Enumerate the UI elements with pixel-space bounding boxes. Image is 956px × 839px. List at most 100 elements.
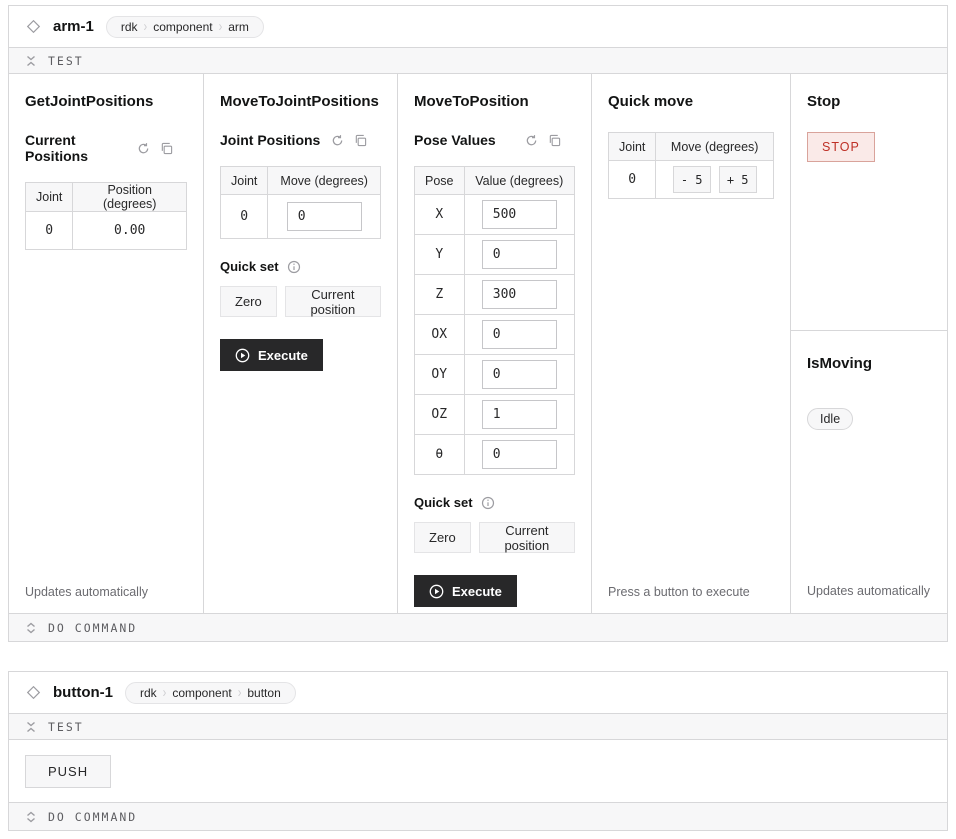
chevron-separator-icon: ›: [142, 19, 150, 35]
pose-label: θ: [415, 435, 465, 475]
current-positions-table: Joint Position (degrees) 0 0.00: [25, 182, 187, 250]
do-command-section-toggle[interactable]: DO COMMAND: [9, 613, 947, 641]
pose-oz-input[interactable]: [482, 400, 557, 429]
panel-move-to-joint-positions: MoveToJointPositions Joint Positions: [204, 74, 398, 613]
table-row: Y: [415, 235, 575, 275]
table-row: OZ: [415, 395, 575, 435]
pose-z-input[interactable]: [482, 280, 557, 309]
do-command-section-toggle[interactable]: DO COMMAND: [9, 802, 947, 830]
section-head: Joint Positions: [220, 132, 381, 148]
table-header: Move (degrees): [268, 167, 381, 195]
zero-button[interactable]: Zero: [220, 286, 277, 317]
do-command-section-label: DO COMMAND: [48, 810, 137, 824]
stop-button[interactable]: STOP: [807, 132, 875, 162]
unfold-icon: [25, 622, 37, 634]
pose-label: Z: [415, 275, 465, 315]
pose-oy-input[interactable]: [482, 360, 557, 389]
pose-label: OY: [415, 355, 465, 395]
table-header: Joint: [609, 133, 656, 161]
zero-button[interactable]: Zero: [414, 522, 471, 553]
table-row: OY: [415, 355, 575, 395]
push-button[interactable]: PUSH: [25, 755, 111, 788]
refresh-icon[interactable]: [525, 134, 538, 147]
quick-set-label: Quick set: [414, 495, 473, 510]
table-header: Pose: [415, 167, 465, 195]
refresh-icon[interactable]: [331, 134, 344, 147]
quick-move-table: Joint Move (degrees) 0 - 5 + 5: [608, 132, 774, 199]
execute-button[interactable]: Execute: [414, 575, 517, 607]
panel-quick-move: Quick move Joint Move (degrees) 0 - 5 + …: [592, 74, 791, 613]
test-section-toggle[interactable]: TEST: [9, 713, 947, 740]
quick-set-buttons: Zero Current position: [220, 286, 381, 317]
button-test-panel: PUSH: [9, 740, 947, 802]
arm-card-header: arm-1 rdk › component › arm: [9, 6, 947, 47]
do-command-section-label: DO COMMAND: [48, 621, 137, 635]
execute-label: Execute: [452, 584, 502, 599]
table-row: 0 0.00: [26, 212, 187, 250]
info-icon[interactable]: [481, 496, 495, 510]
pose-ox-input[interactable]: [482, 320, 557, 349]
breadcrumb-segment: rdk: [117, 20, 142, 34]
panel-is-moving: IsMoving Idle Updates automatically: [791, 331, 947, 612]
button-component-card: button-1 rdk › component › button TEST P…: [8, 671, 948, 831]
breadcrumb-segment: arm: [224, 20, 253, 34]
table-row: 0 - 5 + 5: [609, 161, 774, 199]
pose-y-input[interactable]: [482, 240, 557, 269]
joint-index: 0: [26, 212, 73, 250]
breadcrumb-segment: component: [168, 686, 235, 700]
copy-icon[interactable]: [160, 142, 173, 155]
table-header: Joint: [26, 183, 73, 212]
breadcrumb-segment: button: [243, 686, 284, 700]
move-plus-5-button[interactable]: + 5: [719, 166, 757, 193]
current-position-button[interactable]: Current position: [285, 286, 381, 317]
test-section-label: TEST: [48, 54, 84, 68]
arm-component-card: arm-1 rdk › component › arm TEST GetJoin…: [8, 5, 948, 642]
copy-icon[interactable]: [548, 134, 561, 147]
table-row: θ: [415, 435, 575, 475]
copy-icon[interactable]: [354, 134, 367, 147]
page: arm-1 rdk › component › arm TEST GetJoin…: [0, 0, 956, 839]
quick-set-buttons: Zero Current position: [414, 522, 575, 553]
pose-x-input[interactable]: [482, 200, 557, 229]
breadcrumb-segment: rdk: [136, 686, 161, 700]
pose-label: X: [415, 195, 465, 235]
table-row: OX: [415, 315, 575, 355]
breadcrumb: rdk › component › arm: [106, 16, 264, 38]
collapse-icon: [25, 721, 37, 733]
chevron-separator-icon: ›: [217, 19, 225, 35]
breadcrumb: rdk › component › button: [125, 682, 296, 704]
table-row: 0: [221, 195, 381, 239]
table-row: Z: [415, 275, 575, 315]
panel-stop: Stop STOP: [791, 74, 947, 331]
panel-title: GetJointPositions: [25, 93, 187, 110]
component-diamond-icon: [25, 19, 41, 35]
panel-title: MoveToJointPositions: [220, 93, 381, 110]
test-section-toggle[interactable]: TEST: [9, 47, 947, 74]
panel-title: Quick move: [608, 93, 774, 110]
joint-index: 0: [609, 161, 656, 199]
panel-stop-ismoving: Stop STOP IsMoving Idle Updates automati…: [791, 74, 947, 613]
component-diamond-icon: [25, 685, 41, 701]
current-position-button[interactable]: Current position: [479, 522, 575, 553]
table-row: X: [415, 195, 575, 235]
quick-set-row: Quick set: [414, 495, 575, 510]
table-header: Value (degrees): [464, 167, 575, 195]
joint-positions-table: Joint Move (degrees) 0: [220, 166, 381, 239]
pose-theta-input[interactable]: [482, 440, 557, 469]
unfold-icon: [25, 811, 37, 823]
breadcrumb-segment: component: [149, 20, 216, 34]
joint-move-input[interactable]: [287, 202, 362, 231]
test-section-label: TEST: [48, 720, 84, 734]
move-minus-5-button[interactable]: - 5: [673, 166, 711, 193]
refresh-icon[interactable]: [137, 142, 150, 155]
info-icon[interactable]: [287, 260, 301, 274]
execute-label: Execute: [258, 348, 308, 363]
arm-test-panels: GetJointPositions Current Positions: [9, 74, 947, 613]
section-title: Joint Positions: [220, 132, 320, 148]
play-icon: [235, 348, 250, 363]
joint-index: 0: [221, 195, 268, 239]
section-head: Pose Values: [414, 132, 575, 148]
table-header: Joint: [221, 167, 268, 195]
pose-label: OX: [415, 315, 465, 355]
execute-button[interactable]: Execute: [220, 339, 323, 371]
